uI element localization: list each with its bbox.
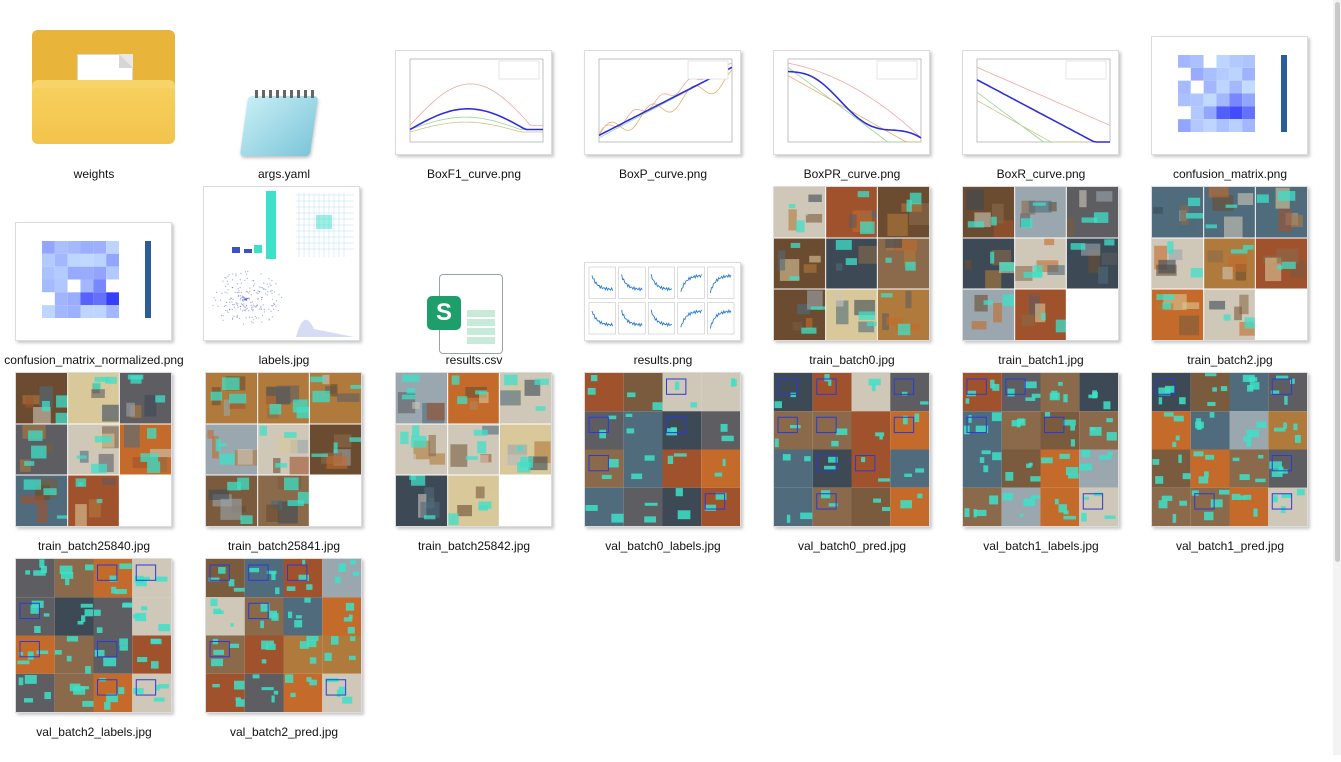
file-item[interactable]: val_batch1_labels.jpg	[956, 386, 1126, 576]
file-thumbnail[interactable]	[9, 572, 179, 720]
results-grid-thumbnail	[584, 262, 741, 341]
file-name-label: val_batch0_labels.jpg	[570, 538, 756, 555]
file-item[interactable]: val_batch1_pred.jpg	[1145, 386, 1315, 576]
file-item[interactable]: BoxR_curve.png	[956, 14, 1126, 204]
file-item[interactable]: weights	[9, 14, 179, 204]
photo-mosaic-thumbnail	[773, 186, 930, 341]
photo-mosaic-thumbnail	[15, 372, 172, 527]
file-name-label: confusion_matrix.png	[1137, 166, 1323, 183]
photo-mosaic-thumbnail	[773, 372, 930, 527]
file-thumbnail[interactable]	[578, 14, 748, 162]
file-item[interactable]: train_batch25841.jpg	[199, 386, 369, 576]
file-item[interactable]: val_batch0_pred.jpg	[767, 386, 937, 576]
file-thumbnail[interactable]: S	[389, 200, 559, 348]
file-thumbnail[interactable]	[9, 386, 179, 534]
curve-thumbnail	[395, 50, 552, 155]
file-item[interactable]: results.png	[578, 200, 748, 390]
file-name-label: train_batch25842.jpg	[381, 538, 567, 555]
photo-mosaic-thumbnail	[584, 372, 741, 527]
notepad-spiral	[255, 90, 315, 98]
photo-mosaic-thumbnail	[1151, 186, 1308, 341]
heatmap-thumbnail	[15, 222, 172, 341]
scrollbar-thumb[interactable]	[1335, 2, 1340, 562]
folder-front	[32, 88, 175, 144]
file-item[interactable]: train_batch25842.jpg	[389, 386, 559, 576]
file-name-label: results.csv	[381, 352, 567, 369]
photo-mosaic-thumbnail	[205, 372, 362, 527]
file-item[interactable]: confusion_matrix_normalized.png	[9, 200, 179, 390]
file-thumbnail[interactable]	[767, 386, 937, 534]
photo-mosaic-thumbnail	[962, 372, 1119, 527]
file-name-label: labels.jpg	[191, 352, 377, 369]
file-item[interactable]: args.yaml	[199, 14, 369, 204]
file-thumbnail[interactable]	[199, 572, 369, 720]
file-item[interactable]: labels.jpg	[199, 200, 369, 390]
photo-mosaic-thumbnail	[1151, 372, 1308, 527]
file-item[interactable]: S results.csv	[389, 200, 559, 390]
file-item[interactable]: train_batch0.jpg	[767, 200, 937, 390]
file-item[interactable]: val_batch0_labels.jpg	[578, 386, 748, 576]
file-name-label: args.yaml	[191, 166, 377, 183]
file-item[interactable]: confusion_matrix.png	[1145, 14, 1315, 204]
file-name-label: val_batch1_pred.jpg	[1137, 538, 1323, 555]
file-name-label: BoxP_curve.png	[570, 166, 756, 183]
file-item[interactable]: BoxF1_curve.png	[389, 14, 559, 204]
file-item[interactable]: train_batch1.jpg	[956, 200, 1126, 390]
labels-plot-thumbnail	[203, 186, 360, 341]
file-name-label: BoxR_curve.png	[948, 166, 1134, 183]
file-thumbnail[interactable]	[9, 14, 179, 162]
curve-thumbnail	[584, 50, 741, 155]
file-thumbnail[interactable]	[956, 14, 1126, 162]
file-name-label: train_batch25840.jpg	[1, 538, 187, 555]
file-item[interactable]: BoxP_curve.png	[578, 14, 748, 204]
file-thumbnail[interactable]	[389, 386, 559, 534]
spreadsheet-s-badge: S	[427, 296, 461, 330]
spreadsheet-grid	[467, 308, 495, 344]
file-name-label: val_batch0_pred.jpg	[759, 538, 945, 555]
file-thumbnail[interactable]	[199, 14, 369, 162]
file-name-label: train_batch0.jpg	[759, 352, 945, 369]
file-item[interactable]: val_batch2_labels.jpg	[9, 572, 179, 762]
file-thumbnail[interactable]	[1145, 200, 1315, 348]
curve-thumbnail	[773, 50, 930, 155]
file-thumbnail[interactable]	[389, 14, 559, 162]
file-thumbnail[interactable]	[767, 200, 937, 348]
file-thumbnail[interactable]	[199, 386, 369, 534]
file-name-label: val_batch2_labels.jpg	[1, 724, 187, 741]
file-name-label: train_batch1.jpg	[948, 352, 1134, 369]
file-thumbnail[interactable]	[1145, 14, 1315, 162]
curve-thumbnail	[962, 50, 1119, 155]
file-item[interactable]: BoxPR_curve.png	[767, 14, 937, 204]
file-thumbnail[interactable]	[1145, 386, 1315, 534]
file-name-label: val_batch2_pred.jpg	[191, 724, 377, 741]
photo-mosaic-thumbnail	[205, 558, 362, 713]
file-name-label: val_batch1_labels.jpg	[948, 538, 1134, 555]
photo-mosaic-thumbnail	[962, 186, 1119, 341]
file-thumbnail[interactable]	[767, 14, 937, 162]
file-thumbnail[interactable]	[9, 200, 179, 348]
file-name-label: BoxF1_curve.png	[381, 166, 567, 183]
file-thumbnail[interactable]	[578, 200, 748, 348]
file-thumbnail[interactable]	[199, 200, 369, 348]
file-thumbnail[interactable]	[956, 200, 1126, 348]
file-name-label: weights	[1, 166, 187, 183]
file-thumbnail[interactable]	[578, 386, 748, 534]
file-thumbnail[interactable]	[956, 386, 1126, 534]
file-item[interactable]: train_batch25840.jpg	[9, 386, 179, 576]
file-name-label: train_batch2.jpg	[1137, 352, 1323, 369]
file-name-label: confusion_matrix_normalized.png	[1, 352, 187, 369]
photo-mosaic-thumbnail	[395, 372, 552, 527]
file-name-label: BoxPR_curve.png	[759, 166, 945, 183]
vertical-scrollbar[interactable]	[1333, 0, 1341, 755]
file-item[interactable]: train_batch2.jpg	[1145, 200, 1315, 390]
file-name-label: train_batch25841.jpg	[191, 538, 377, 555]
photo-mosaic-thumbnail	[15, 558, 172, 713]
file-item[interactable]: val_batch2_pred.jpg	[199, 572, 369, 762]
heatmap-thumbnail	[1151, 36, 1308, 155]
notepad-icon	[240, 96, 318, 156]
file-name-label: results.png	[570, 352, 756, 369]
